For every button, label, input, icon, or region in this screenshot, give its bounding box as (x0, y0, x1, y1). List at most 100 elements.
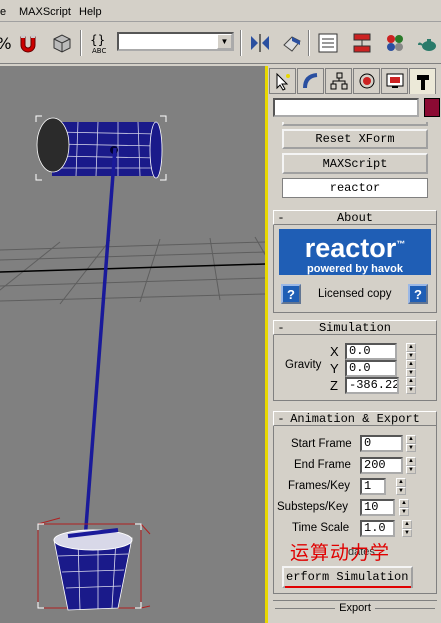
reset-xform-button[interactable]: Reset XForm (282, 129, 428, 149)
substeps-key-field[interactable]: 10 (360, 499, 395, 516)
collapse-minus-icon: - (277, 210, 285, 225)
named-selection-dropdown[interactable]: ▼ (117, 32, 234, 51)
animation-export-rollout-header[interactable]: - Animation & Export (273, 411, 437, 426)
mirror-button[interactable] (246, 29, 274, 57)
gravity-z-spinner[interactable]: ▲ ▼ (406, 377, 416, 394)
perform-simulation-button[interactable]: erform Simulation (282, 566, 413, 588)
svg-text:{}: {} (90, 33, 105, 47)
help-button-left[interactable]: ? (281, 284, 301, 304)
menu-item-help[interactable]: Help (79, 6, 102, 18)
align-icon (283, 36, 301, 52)
end-frame-spinner[interactable]: ▲ ▼ (406, 457, 416, 474)
divider (275, 607, 336, 609)
rope-object[interactable] (83, 147, 117, 541)
spinner-snap-button[interactable] (14, 29, 42, 57)
frames-key-label: Frames/Key (288, 480, 350, 492)
align-button[interactable] (278, 29, 306, 57)
collapse-minus-icon: - (277, 320, 285, 335)
export-rollout-header[interactable]: Export (273, 600, 437, 615)
maxscript-button[interactable]: MAXScript (282, 153, 428, 174)
material-editor-button[interactable] (381, 29, 409, 57)
spinner-up-icon[interactable]: ▲ (406, 377, 416, 386)
start-frame-spinner[interactable]: ▲ ▼ (406, 435, 416, 452)
object-name-field[interactable] (273, 98, 419, 117)
reactor-logo: reactor™ powered by havok (279, 229, 431, 275)
track-view-button[interactable] (314, 29, 342, 57)
simulation-rollout-header[interactable]: - Simulation (273, 320, 437, 335)
spinner-down-icon[interactable]: ▼ (406, 368, 416, 377)
viewport-scene (0, 115, 265, 611)
tab-display[interactable] (381, 68, 408, 94)
tab-utilities[interactable] (409, 68, 436, 94)
percent-snap-button[interactable]: % (0, 29, 12, 57)
bend-icon (302, 73, 317, 89)
gravity-x-spinner[interactable]: ▲ ▼ (406, 343, 416, 360)
braces-abc-icon: {}ABC (90, 33, 106, 55)
tab-modify[interactable] (297, 68, 324, 94)
animation-export-title: Animation & Export (290, 411, 420, 426)
tab-motion[interactable] (353, 68, 380, 94)
render-scene-button[interactable] (415, 29, 441, 57)
spinner-down-icon[interactable]: ▼ (399, 507, 409, 516)
help-button-right[interactable]: ? (408, 284, 428, 304)
gravity-x-field[interactable]: 0.0 (345, 343, 397, 360)
collapse-minus-icon: - (277, 411, 285, 426)
percent-label: % (0, 34, 12, 53)
bucket-object[interactable] (37, 517, 151, 611)
tab-create[interactable] (269, 68, 296, 94)
logo-subtitle: powered by havok (307, 263, 403, 275)
end-frame-field[interactable]: 200 (360, 457, 403, 474)
spinner-down-icon[interactable]: ▼ (402, 528, 412, 537)
gravity-z-field[interactable]: -386.22 (345, 377, 399, 394)
svg-text:ABC: ABC (92, 47, 106, 55)
named-selection-sets-button[interactable] (48, 29, 76, 57)
perspective-viewport[interactable] (0, 66, 265, 623)
spinner-down-icon[interactable]: ▼ (406, 351, 416, 360)
menu-item-edit[interactable]: e (0, 6, 6, 18)
spinner-down-icon[interactable]: ▼ (396, 486, 406, 495)
gravity-y-field[interactable]: 0.0 (345, 360, 397, 377)
spinner-down-icon[interactable]: ▼ (406, 465, 416, 474)
schematic-icon (353, 33, 371, 53)
spinner-up-icon[interactable]: ▲ (406, 457, 416, 466)
grid-axis (0, 263, 265, 273)
toolbar-separator (240, 30, 242, 56)
spinner-up-icon[interactable]: ▲ (396, 478, 406, 487)
menu-item-maxscript[interactable]: MAXScript (19, 6, 71, 18)
spinner-up-icon[interactable]: ▲ (406, 343, 416, 352)
time-scale-spinner[interactable]: ▲ ▼ (402, 520, 412, 537)
object-color-swatch[interactable] (424, 98, 440, 117)
chevron-down-icon[interactable]: ▼ (217, 34, 232, 49)
box-icon (53, 34, 71, 53)
start-frame-field[interactable]: 0 (360, 435, 403, 452)
frames-key-spinner[interactable]: ▲ ▼ (396, 478, 406, 495)
mirror-icon (251, 34, 269, 52)
reactor-button[interactable]: reactor (282, 178, 428, 198)
spinner-down-icon[interactable]: ▼ (406, 385, 416, 394)
spinner-up-icon[interactable]: ▲ (402, 520, 412, 529)
hammer-icon (416, 74, 429, 90)
substeps-key-spinner[interactable]: ▲ ▼ (399, 499, 409, 516)
frames-key-field[interactable]: 1 (360, 478, 386, 495)
time-scale-label: Time Scale (292, 522, 350, 534)
spinner-up-icon[interactable]: ▲ (399, 499, 409, 508)
gravity-y-spinner[interactable]: ▲ ▼ (406, 360, 416, 377)
spinner-up-icon[interactable]: ▲ (406, 360, 416, 369)
spinner-down-icon[interactable]: ▼ (406, 443, 416, 452)
edit-named-selection-button[interactable]: {} ABC (86, 29, 114, 57)
cylinder-object[interactable] (35, 115, 167, 181)
tab-hierarchy[interactable] (325, 68, 352, 94)
divider (374, 607, 436, 609)
about-rollout-header[interactable]: - About (273, 210, 437, 225)
display-monitor-icon (386, 73, 403, 88)
scrolled-button-edge (282, 122, 428, 126)
motion-icon (359, 73, 374, 89)
magnet-icon (20, 35, 36, 53)
material-spheres-icon (387, 35, 403, 51)
simulation-title: Simulation (318, 320, 391, 335)
time-scale-field[interactable]: 1.0 (360, 520, 395, 537)
schematic-view-button[interactable] (348, 29, 376, 57)
substeps-key-label: Substeps/Key (277, 501, 348, 513)
spinner-up-icon[interactable]: ▲ (406, 435, 416, 444)
export-title: Export (339, 602, 371, 614)
